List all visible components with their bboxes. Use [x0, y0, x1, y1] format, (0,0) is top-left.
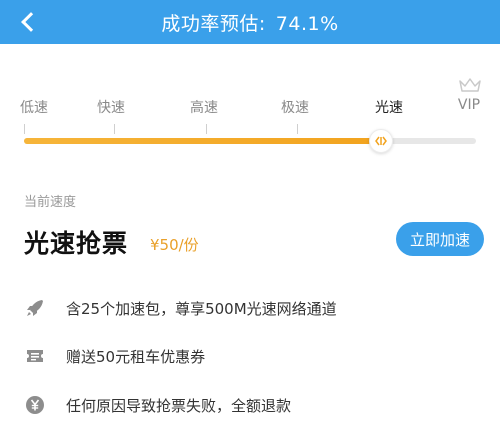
speed-tick — [297, 124, 298, 134]
feature-item: 含25个加速包，尊享500M光速网络通道 — [24, 294, 337, 322]
plan-name: 光速抢票 — [24, 229, 129, 258]
accelerate-button[interactable]: 立即加速 — [396, 222, 484, 256]
current-speed-label: 当前速度 — [24, 195, 77, 210]
crown-icon — [459, 78, 481, 92]
feature-text: 任何原因导致抢票失败，全额退款 — [66, 396, 292, 415]
feature-text: 含25个加速包，尊享500M光速网络通道 — [66, 299, 337, 318]
page-title: 成功率预估: 74.1% — [0, 9, 500, 36]
speed-tick — [114, 124, 115, 134]
rocket-icon — [24, 297, 46, 319]
speed-option-2[interactable]: 高速 — [190, 97, 218, 117]
feature-text: 赠送50元租车优惠券 — [66, 347, 206, 366]
speed-tick — [24, 124, 25, 134]
feature-item: 任何原因导致抢票失败，全额退款 — [24, 391, 291, 419]
drag-handle-icon — [375, 136, 388, 146]
speed-option-0[interactable]: 低速 — [20, 97, 48, 117]
speed-option-1[interactable]: 快速 — [97, 97, 125, 117]
speed-ticks — [0, 124, 500, 134]
yen-icon — [24, 394, 46, 416]
speed-options: 低速 快速 高速 极速 光速 VIP — [0, 97, 500, 117]
success-rate-value: 74.1% — [275, 13, 339, 35]
success-rate-label: 成功率预估: — [161, 13, 266, 35]
speed-slider-track[interactable] — [24, 138, 476, 144]
speed-option-4[interactable]: 光速 — [375, 97, 403, 117]
top-bar: 成功率预估: 74.1% — [0, 0, 500, 44]
plan-price: ¥50/份 — [150, 236, 199, 254]
speed-option-3[interactable]: 极速 — [281, 97, 309, 117]
speed-option-5[interactable]: VIP — [458, 97, 480, 113]
ticket-icon — [24, 345, 46, 367]
speed-slider-handle[interactable] — [369, 129, 394, 153]
speed-tick — [206, 124, 207, 134]
speed-slider-fill — [24, 138, 382, 144]
feature-item: 赠送50元租车优惠券 — [24, 342, 205, 370]
